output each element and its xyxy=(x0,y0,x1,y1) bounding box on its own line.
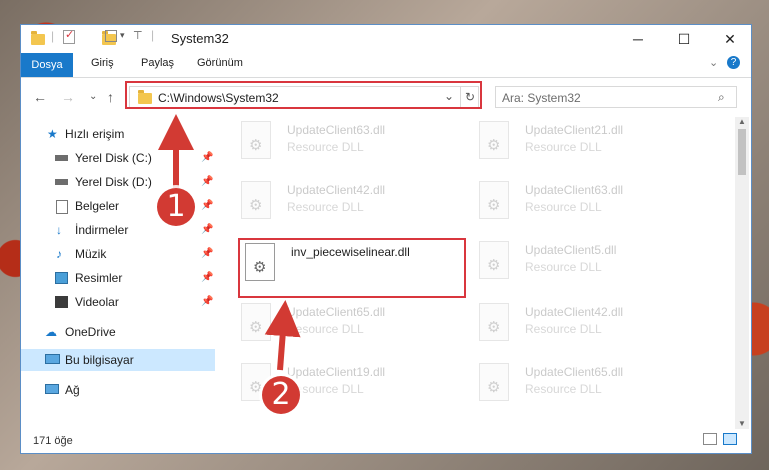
step-marker-1: 1 xyxy=(157,188,195,226)
step-marker-2: 2 xyxy=(262,376,300,414)
arrow-to-file xyxy=(264,300,301,371)
annotation-arrows xyxy=(158,114,301,371)
